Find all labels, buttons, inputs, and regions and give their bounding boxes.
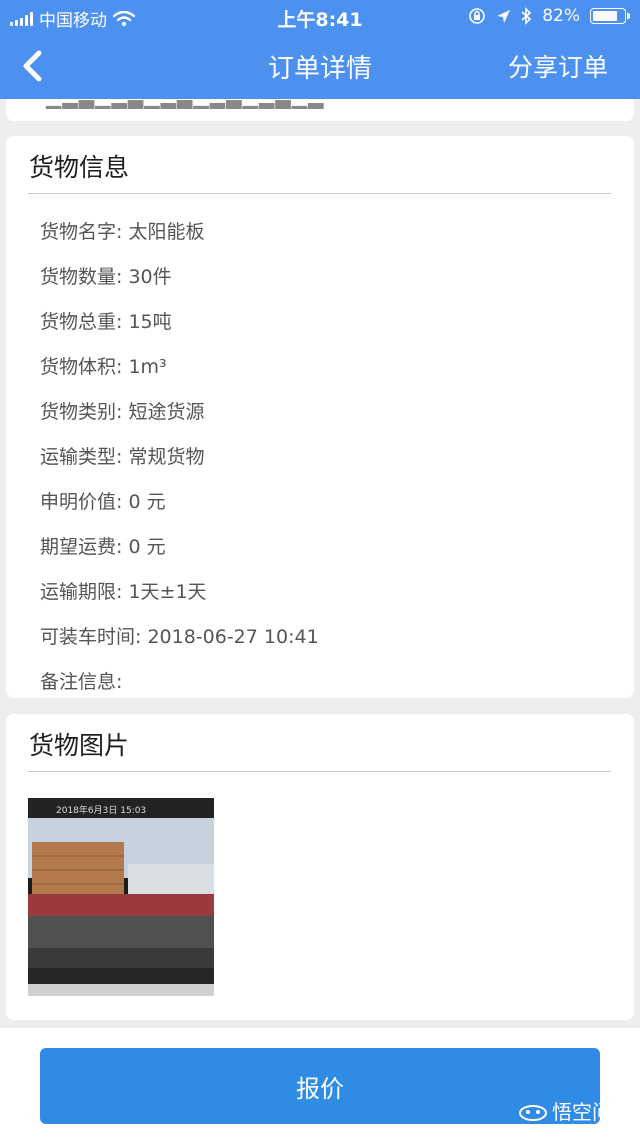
field-volume: 货物体积: 1m³ (40, 356, 167, 378)
divider (28, 193, 611, 194)
rotation-lock-icon (469, 8, 486, 24)
field-cargo-name: 货物名字: 太阳能板 (40, 221, 205, 243)
nav-bar: 订单详情 分享订单 (0, 34, 640, 99)
field-loading-time: 可装车时间: 2018-06-27 10:41 (40, 626, 319, 648)
section-title: 货物信息 (29, 153, 130, 182)
field-quantity: 货物数量: 30件 (40, 266, 172, 288)
previous-card: ▁▂▃▁▂▃▁▂▃▁▂▃▁▂▃▁▂ (6, 99, 634, 121)
field-declared-value: 申明价值: 0 元 (40, 491, 166, 513)
battery-percent: 82% (542, 6, 580, 26)
watermark-text: 悟空问答 (552, 1100, 632, 1124)
location-icon (497, 9, 511, 23)
battery-icon (590, 8, 630, 24)
field-transport-period: 运输期限: 1天±1天 (40, 581, 207, 603)
field-remarks: 备注信息: (40, 671, 123, 693)
cut-off-text: ▁▂▃▁▂▃▁▂▃▁▂▃▁▂▃▁▂ (46, 99, 324, 109)
cargo-info-card: 货物信息 货物名字: 太阳能板 货物数量: 30件 货物总重: 15吨 货物体积… (6, 136, 634, 698)
cargo-photo-thumbnail[interactable]: 2018年6月3日 15:03 (28, 798, 214, 996)
wukong-logo-icon (519, 1104, 547, 1121)
watermark: 悟空问答 (518, 1096, 632, 1125)
field-expected-freight: 期望运费: 0 元 (40, 536, 166, 558)
bluetooth-icon (521, 7, 532, 25)
divider (28, 771, 611, 772)
cargo-fields: 货物名字: 太阳能板 货物数量: 30件 货物总重: 15吨 货物体积: 1m³… (40, 218, 319, 713)
status-bar: 中国移动 上午8:41 82% (0, 0, 640, 34)
thumb-date: 2018年6月3日 15:03 (56, 804, 146, 816)
quote-button[interactable]: 报价 (40, 1048, 600, 1124)
section-title: 货物图片 (29, 731, 130, 760)
cargo-photo: 2018年6月3日 15:03 (28, 798, 214, 996)
field-total-weight: 货物总重: 15吨 (40, 311, 172, 333)
field-category: 货物类别: 短途货源 (40, 401, 205, 423)
field-transport-type: 运输类型: 常规货物 (40, 446, 205, 468)
share-order-button[interactable]: 分享订单 (508, 48, 608, 84)
cargo-photos-card: 货物图片 2018年6月3日 15:03 (6, 714, 634, 1020)
top-bar: 中国移动 上午8:41 82% 订单详情 分享订单 (0, 0, 640, 99)
